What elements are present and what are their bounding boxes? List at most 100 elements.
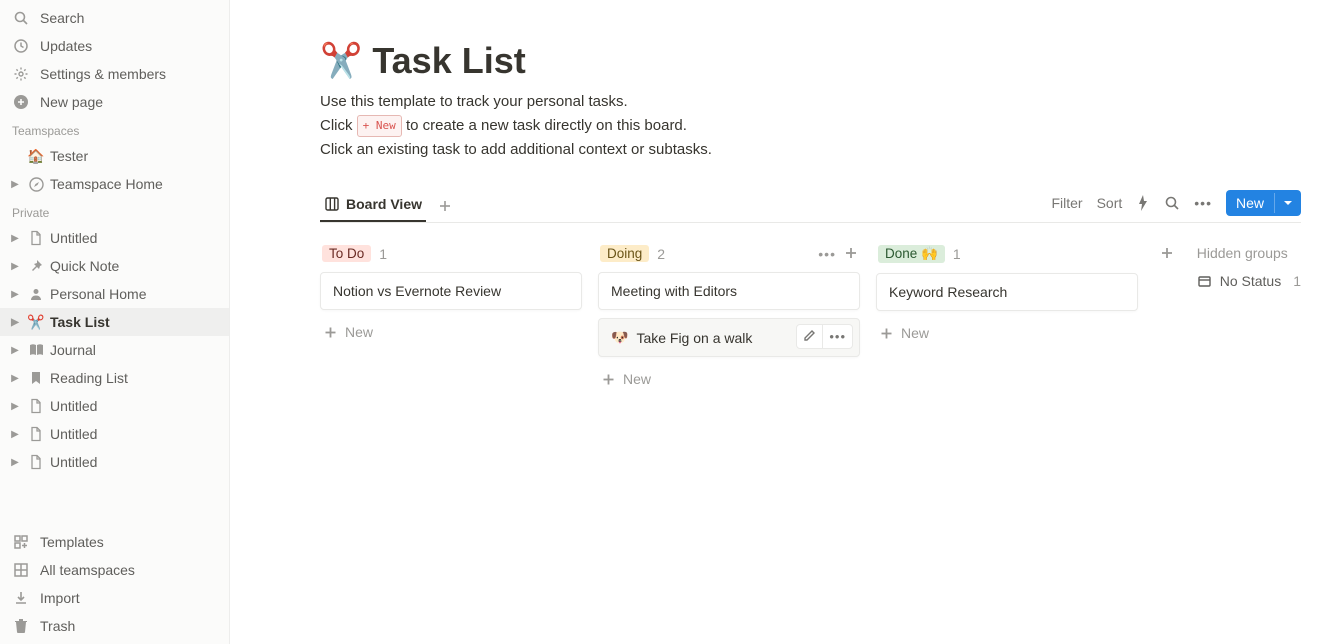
tree-label: Quick Note bbox=[50, 258, 119, 274]
page-untitled[interactable]: ▶Untitled bbox=[0, 224, 229, 252]
nav-label: Import bbox=[40, 590, 80, 606]
teamspace-tester[interactable]: 🏠Tester bbox=[0, 142, 229, 170]
kanban-board: To Do1 Notion vs Evernote Review New Doing 2… bbox=[320, 241, 1301, 393]
page-untitled[interactable]: ▶Untitled bbox=[0, 420, 229, 448]
hidden-groups-header[interactable]: Hidden groups bbox=[1197, 241, 1301, 273]
tree-label: Untitled bbox=[50, 454, 97, 470]
nav-new-page[interactable]: New page bbox=[0, 88, 229, 116]
chevron-right-icon[interactable]: ▶ bbox=[8, 425, 22, 443]
page-personal-home[interactable]: ▶Personal Home bbox=[0, 280, 229, 308]
templates-icon bbox=[12, 533, 30, 551]
teamspace-teamspace-home[interactable]: ▶ Teamspace Home bbox=[0, 170, 229, 198]
chevron-right-icon[interactable]: ▶ bbox=[8, 453, 22, 471]
page-untitled[interactable]: ▶Untitled bbox=[0, 392, 229, 420]
page-task-list[interactable]: ▶✂️Task List bbox=[0, 308, 229, 336]
add-group-button[interactable] bbox=[1154, 241, 1181, 261]
add-view-button[interactable] bbox=[432, 193, 458, 219]
automations-button[interactable] bbox=[1136, 195, 1150, 211]
new-button-dropdown[interactable] bbox=[1274, 193, 1301, 213]
page-icon bbox=[26, 340, 46, 360]
nav-label: Updates bbox=[40, 38, 92, 54]
board-icon bbox=[324, 196, 340, 212]
page-icon bbox=[26, 256, 46, 276]
column-new-button[interactable]: New bbox=[876, 319, 1138, 347]
page-reading-list[interactable]: ▶Reading List bbox=[0, 364, 229, 392]
nav-label: Settings & members bbox=[40, 66, 166, 82]
chevron-right-icon[interactable]: ▶ bbox=[8, 175, 22, 193]
card[interactable]: Meeting with Editors bbox=[598, 272, 860, 310]
nav-templates[interactable]: Templates bbox=[0, 528, 229, 556]
tree-label: Tester bbox=[50, 148, 88, 164]
search-db-button[interactable] bbox=[1164, 195, 1180, 211]
column-done-: Done 🙌1 Keyword Research New bbox=[876, 241, 1138, 347]
private-section-label: Private bbox=[0, 198, 229, 224]
column-count: 1 bbox=[953, 246, 961, 262]
nav-import[interactable]: Import bbox=[0, 584, 229, 612]
card-title: Keyword Research bbox=[889, 284, 1007, 300]
gear-icon bbox=[12, 65, 30, 83]
hidden-group-row[interactable]: No Status1 bbox=[1197, 273, 1301, 289]
page-title[interactable]: Task List bbox=[372, 40, 525, 82]
card[interactable]: Keyword Research bbox=[876, 273, 1138, 311]
column-header[interactable]: To Do1 bbox=[320, 241, 582, 272]
column-new-label: New bbox=[901, 325, 929, 341]
hidden-group-label: No Status bbox=[1220, 273, 1281, 289]
tree-label: Teamspace Home bbox=[50, 176, 163, 192]
nav-updates[interactable]: Updates bbox=[0, 32, 229, 60]
nav-label: New page bbox=[40, 94, 103, 110]
page-journal[interactable]: ▶Journal bbox=[0, 336, 229, 364]
chevron-right-icon[interactable]: ▶ bbox=[8, 229, 22, 247]
column-new-button[interactable]: New bbox=[598, 365, 860, 393]
chevron-right-icon[interactable]: ▶ bbox=[8, 313, 22, 331]
filter-button[interactable]: Filter bbox=[1051, 195, 1082, 211]
hidden-groups: Hidden groupsNo Status1 bbox=[1197, 241, 1301, 289]
nav-settings-members[interactable]: Settings & members bbox=[0, 60, 229, 88]
page-quick-note[interactable]: ▶ Quick Note bbox=[0, 252, 229, 280]
nav-all-teamspaces[interactable]: All teamspaces bbox=[0, 556, 229, 584]
new-button[interactable]: New bbox=[1226, 190, 1301, 216]
column-more-icon[interactable]: ••• bbox=[818, 246, 836, 262]
page-desc-line1: Use this template to track your personal… bbox=[320, 90, 1301, 114]
page-icon bbox=[26, 174, 46, 194]
more-db-button[interactable]: ••• bbox=[1194, 195, 1212, 211]
grid-icon bbox=[12, 561, 30, 579]
page-icon bbox=[26, 228, 46, 248]
page-icon bbox=[26, 452, 46, 472]
card[interactable]: Notion vs Evernote Review bbox=[320, 272, 582, 310]
card[interactable]: 🐶Take Fig on a walk••• bbox=[598, 318, 860, 357]
column-add-icon[interactable] bbox=[844, 246, 858, 262]
column-header[interactable]: Done 🙌1 bbox=[876, 241, 1138, 273]
column-new-label: New bbox=[345, 324, 373, 340]
nav-trash[interactable]: Trash bbox=[0, 612, 229, 640]
page-emoji[interactable]: ✂️ bbox=[320, 41, 362, 81]
chevron-right-icon[interactable]: ▶ bbox=[8, 397, 22, 415]
card-emoji: 🐶 bbox=[611, 329, 628, 346]
column-tag: Doing bbox=[600, 245, 649, 262]
card-more-icon[interactable]: ••• bbox=[822, 325, 852, 348]
column-count: 2 bbox=[657, 246, 665, 262]
column-count: 1 bbox=[379, 246, 387, 262]
plus-circle-icon bbox=[12, 93, 30, 111]
column-new-button[interactable]: New bbox=[320, 318, 582, 346]
new-button-label: New bbox=[1226, 190, 1274, 216]
chevron-right-icon[interactable]: ▶ bbox=[8, 285, 22, 303]
views-bar: Board View Filter Sort ••• New bbox=[320, 190, 1301, 223]
edit-icon[interactable] bbox=[797, 325, 822, 348]
column-header[interactable]: Doing 2 ••• bbox=[598, 241, 860, 272]
page-icon: 🏠 bbox=[26, 146, 46, 166]
view-tab-board[interactable]: Board View bbox=[320, 190, 426, 222]
card-title: Notion vs Evernote Review bbox=[333, 283, 501, 299]
page-icon bbox=[26, 424, 46, 444]
chevron-right-icon[interactable]: ▶ bbox=[8, 341, 22, 359]
chevron-right-icon[interactable]: ▶ bbox=[8, 257, 22, 275]
sort-button[interactable]: Sort bbox=[1097, 195, 1123, 211]
page-desc-line2: Click + New to create a new task directl… bbox=[320, 114, 1301, 138]
chevron-right-icon[interactable]: ▶ bbox=[8, 369, 22, 387]
nav-search[interactable]: Search bbox=[0, 4, 229, 32]
nav-label: Trash bbox=[40, 618, 75, 634]
page-description[interactable]: Use this template to track your personal… bbox=[320, 90, 1301, 162]
page-desc-line3: Click an existing task to add additional… bbox=[320, 138, 1301, 162]
column-doing: Doing 2 ••• Meeting with Editors 🐶Take Fig o… bbox=[598, 241, 860, 393]
download-icon bbox=[12, 589, 30, 607]
page-untitled[interactable]: ▶ Untitled bbox=[0, 448, 229, 476]
